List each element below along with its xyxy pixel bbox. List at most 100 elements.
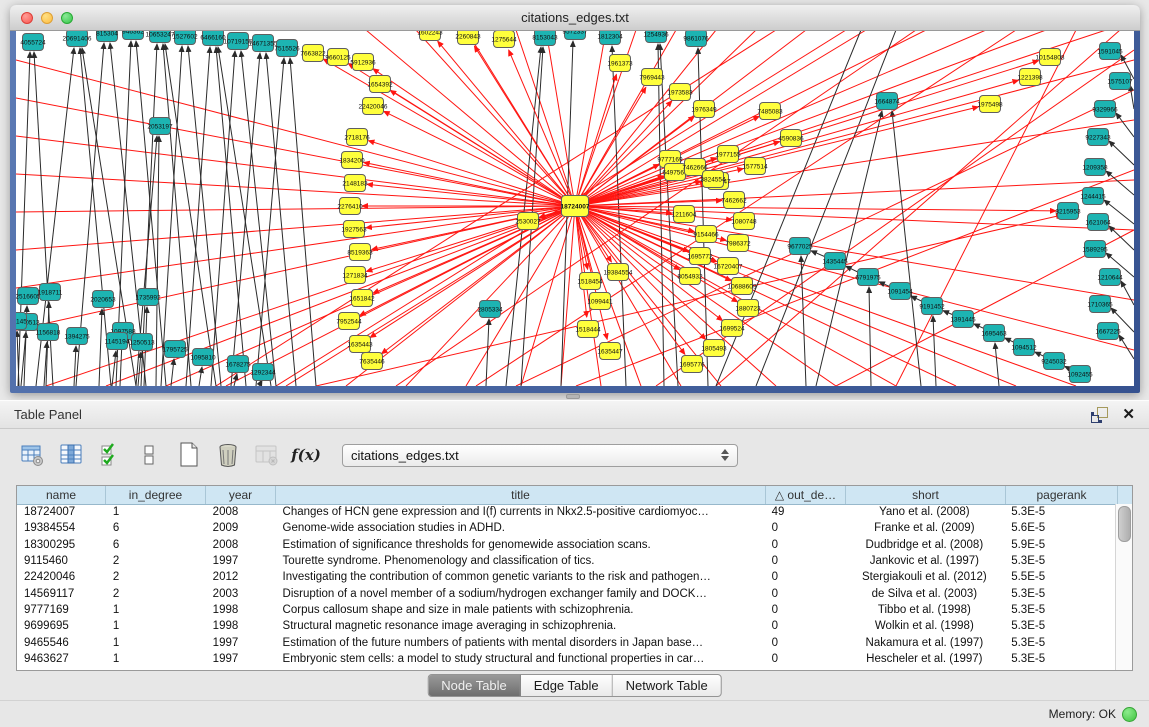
scrollbar-thumb[interactable] xyxy=(1118,506,1131,542)
column-header-name[interactable]: name xyxy=(17,486,106,504)
graph-node-label: 16720407 xyxy=(714,263,743,270)
graph-node-label: 6466160 xyxy=(200,34,226,41)
graph-node-label: 2020653 xyxy=(90,296,116,303)
graph-node-label: 1095810 xyxy=(190,354,216,361)
graph-node-label: 20691406 xyxy=(63,35,92,42)
cell-title: Estimation of significance thresholds fo… xyxy=(276,539,765,551)
column-visibility-icon[interactable] xyxy=(59,441,85,469)
close-panel-icon[interactable]: ✕ xyxy=(1122,407,1135,422)
cell-title: Investigating the contribution of common… xyxy=(276,571,765,583)
cell-outde: 0 xyxy=(765,555,845,567)
graph-node-label: 8153043 xyxy=(532,34,558,41)
graph-node-label: 1635447 xyxy=(597,348,623,355)
graph-node-label: 1976349 xyxy=(691,106,717,113)
graph-node-label: 1391445 xyxy=(950,316,976,323)
graph-edge xyxy=(199,367,202,386)
cell-short: Hescheler et al. (1997) xyxy=(845,653,1005,665)
graph-node-label: 1695776 xyxy=(679,361,705,368)
tab-edge-table[interactable]: Edge Table xyxy=(521,675,613,696)
graph-node-label: 1210644 xyxy=(1097,274,1123,281)
graph-edge xyxy=(112,351,116,386)
graph-node-label: 1977155 xyxy=(715,151,741,158)
column-header-short[interactable]: short xyxy=(846,486,1006,504)
column-header-outde[interactable]: △ out_de… xyxy=(766,486,846,504)
vertical-scrollbar[interactable] xyxy=(1115,504,1132,670)
cell-short: Wolkin et al. (1998) xyxy=(845,620,1005,632)
cell-year: 2008 xyxy=(206,506,276,518)
graph-node-label: 815304 xyxy=(96,30,118,37)
table-row[interactable]: 911546021997Tourette syndrome. Phenomeno… xyxy=(17,553,1116,569)
delete-table-icon[interactable] xyxy=(215,441,241,469)
splitter-handle[interactable] xyxy=(563,394,583,399)
cell-title: Disruption of a novel member of a sodium… xyxy=(276,588,765,600)
graph-edge xyxy=(216,47,246,386)
cell-pagerank: 5.9E-5 xyxy=(1004,539,1116,551)
column-header-year[interactable]: year xyxy=(206,486,276,504)
table-row[interactable]: 1938455462009Genome-wide association stu… xyxy=(17,520,1116,536)
table-row[interactable]: 1456911722003Disruption of a novel membe… xyxy=(17,585,1116,601)
select-rows-icon[interactable] xyxy=(98,441,124,469)
cell-outde: 0 xyxy=(765,637,845,649)
cell-indegree: 2 xyxy=(106,555,206,567)
table-select-dropdown[interactable]: citations_edges.txt xyxy=(342,444,738,467)
graph-node-label: 1918711 xyxy=(38,289,63,296)
tab-node-table[interactable]: Node Table xyxy=(428,675,521,696)
table-row[interactable]: 946362711997Embryonic stem cells: a mode… xyxy=(17,651,1116,667)
graph-edge xyxy=(16,206,575,288)
graph-node-label: 1091454 xyxy=(887,288,913,295)
float-panel-icon[interactable] xyxy=(1091,407,1108,423)
graph-edge xyxy=(575,107,978,206)
function-builder-icon[interactable]: f(x) xyxy=(293,441,319,469)
table-row[interactable]: 2242004622012Investigating the contribut… xyxy=(17,569,1116,585)
citation-network-graph[interactable]: 1872400740557242069140681530494636210653… xyxy=(16,30,1134,386)
cell-outde: 0 xyxy=(765,588,845,600)
table-row[interactable]: 946554611997Estimation of the future num… xyxy=(17,634,1116,650)
graph-node-label: 10653247 xyxy=(146,31,175,38)
table-settings-icon[interactable] xyxy=(20,441,46,469)
cell-outde: 49 xyxy=(765,506,845,518)
column-header-title[interactable]: title xyxy=(276,486,766,504)
graph-node-label: 1094512 xyxy=(1011,344,1037,351)
graph-node-label: 1080748 xyxy=(731,218,757,225)
table-row[interactable]: 969969511998Structural magnetic resonanc… xyxy=(17,618,1116,634)
cell-short: Nakamura et al. (1997) xyxy=(845,637,1005,649)
graph-node-label: 1244415 xyxy=(1080,193,1106,200)
column-header-pagerank[interactable]: pagerank xyxy=(1006,486,1118,504)
table-row[interactable]: 1830029562008Estimation of significance … xyxy=(17,537,1116,553)
graph-edge xyxy=(521,206,575,386)
tab-network-table[interactable]: Network Table xyxy=(613,675,721,696)
graph-node-label: 2148183 xyxy=(342,180,368,187)
cell-indegree: 6 xyxy=(106,522,206,534)
graph-edge xyxy=(188,46,221,386)
table-panel-header: Table Panel ✕ xyxy=(0,400,1149,429)
cell-pagerank: 5.3E-5 xyxy=(1004,653,1116,665)
graph-node-label: 9660125 xyxy=(325,54,351,61)
graph-node-label: 8054932 xyxy=(677,273,703,280)
graph-node-label: 1699524 xyxy=(719,325,745,332)
cell-indegree: 1 xyxy=(106,620,206,632)
table-row[interactable]: 977716911998Corpus callosum shape and si… xyxy=(17,602,1116,618)
network-canvas[interactable]: 1872400740557242069140681530494636210653… xyxy=(16,30,1134,386)
graph-edge xyxy=(516,30,575,206)
graph-node-label: 2530027 xyxy=(515,218,541,225)
graph-edge xyxy=(171,359,174,386)
graph-node-label: 7969443 xyxy=(639,74,665,81)
window-title: citations_edges.txt xyxy=(10,10,1140,25)
graph-edge xyxy=(382,206,575,354)
cell-year: 2008 xyxy=(206,539,276,551)
cell-name: 9777169 xyxy=(17,604,106,616)
new-table-icon[interactable] xyxy=(176,441,202,469)
graph-node-label: 1156818 xyxy=(36,329,61,336)
cell-outde: 0 xyxy=(765,539,845,551)
graph-node-label: 1589295 xyxy=(1082,246,1108,253)
stacked-cells-icon[interactable] xyxy=(137,441,163,469)
node-table[interactable]: namein_degreeyeartitle△ out_de…shortpage… xyxy=(16,485,1133,671)
graph-node-label: 1145194 xyxy=(105,338,130,345)
cell-name: 18724007 xyxy=(17,506,106,518)
window-titlebar[interactable]: citations_edges.txt xyxy=(10,5,1140,31)
column-header-indegree[interactable]: in_degree xyxy=(106,486,206,504)
network-view-window: citations_edges.txt 18724007405572420691… xyxy=(10,5,1140,393)
table-row[interactable]: 1872400712008Changes of HCN gene express… xyxy=(17,504,1116,520)
cell-title: Embryonic stem cells: a model to study s… xyxy=(276,653,765,665)
graph-node-label: 1812304 xyxy=(597,33,623,40)
